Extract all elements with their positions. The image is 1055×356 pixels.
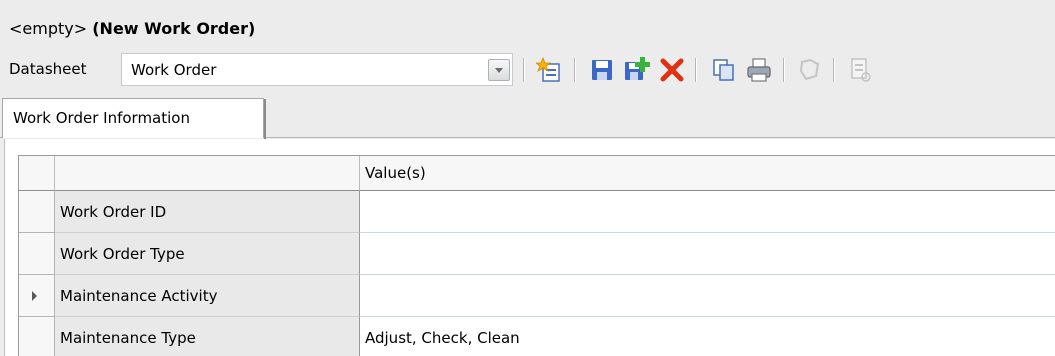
field-name: Maintenance Activity: [60, 287, 218, 305]
toolbar: Datasheet Work Order: [0, 50, 1055, 88]
report-icon: [851, 58, 871, 82]
table-row[interactable]: Maintenance Type Adjust, Check, Clean: [19, 317, 1055, 356]
table-row[interactable]: Work Order ID: [19, 191, 1055, 233]
page-title: <empty> (New Work Order): [9, 19, 255, 39]
chevron-down-icon[interactable]: [488, 59, 510, 81]
work-order-type-value-cell[interactable]: [360, 233, 1055, 275]
header-field-column[interactable]: [55, 156, 360, 191]
title-main: (New Work Order): [92, 19, 256, 38]
row-selector[interactable]: [19, 191, 55, 233]
header-row-selector: [19, 156, 55, 191]
save-icon: [592, 60, 612, 80]
field-name: Work Order Type: [60, 245, 185, 263]
maintenance-type-value-cell[interactable]: Adjust, Check, Clean: [360, 317, 1055, 356]
associate-button[interactable]: [796, 56, 824, 84]
grid-header: Value(s): [19, 156, 1055, 191]
toolbar-separator: [833, 58, 835, 82]
header-value-column[interactable]: Value(s): [360, 156, 1055, 191]
title-prefix: <empty>: [9, 19, 88, 38]
toolbar-separator: [574, 58, 576, 82]
save-button[interactable]: [588, 56, 616, 84]
field-value: Adjust, Check, Clean: [365, 329, 520, 347]
field-name-cell: Maintenance Type: [55, 317, 360, 356]
header-value-label: Value(s): [365, 164, 426, 182]
tab-strip: Work Order Information: [0, 96, 1055, 139]
toolbar-separator: [695, 58, 697, 82]
report-button[interactable]: [846, 56, 874, 84]
save-and-add-icon: [625, 57, 650, 80]
table-row[interactable]: Work Order Type: [19, 233, 1055, 275]
current-row-icon: [32, 291, 37, 301]
print-button[interactable]: [745, 56, 773, 84]
new-record-icon: [536, 56, 560, 82]
new-record-button[interactable]: [536, 56, 564, 84]
row-selector[interactable]: [19, 233, 55, 275]
delete-icon: [660, 58, 684, 82]
delete-button[interactable]: [658, 56, 686, 84]
field-grid: Value(s) Work Order ID Work Order Type M…: [18, 155, 1055, 356]
datasheet-label: Datasheet: [9, 60, 87, 78]
datasheet-value: Work Order: [131, 61, 217, 79]
toolbar-separator: [783, 58, 785, 82]
field-name-cell: Work Order Type: [55, 233, 360, 275]
tab-label: Work Order Information: [13, 109, 190, 127]
field-name-cell: Work Order ID: [55, 191, 360, 233]
field-name-cell: Maintenance Activity: [55, 275, 360, 317]
tab-work-order-information[interactable]: Work Order Information: [2, 98, 266, 139]
maintenance-activity-value-cell[interactable]: [360, 275, 1055, 317]
table-row[interactable]: Maintenance Activity: [19, 275, 1055, 317]
work-order-id-value-cell[interactable]: [360, 191, 1055, 233]
copy-icon: [713, 59, 734, 81]
toolbar-separator: [523, 58, 525, 82]
datasheet-select[interactable]: Work Order: [121, 53, 513, 86]
row-selector[interactable]: [19, 275, 55, 317]
field-name: Maintenance Type: [60, 329, 196, 347]
row-selector[interactable]: [19, 317, 55, 356]
copy-button[interactable]: [710, 56, 738, 84]
field-name: Work Order ID: [60, 203, 167, 221]
associate-icon: [799, 58, 820, 81]
save-and-add-button[interactable]: [623, 56, 651, 84]
print-icon: [747, 58, 771, 82]
